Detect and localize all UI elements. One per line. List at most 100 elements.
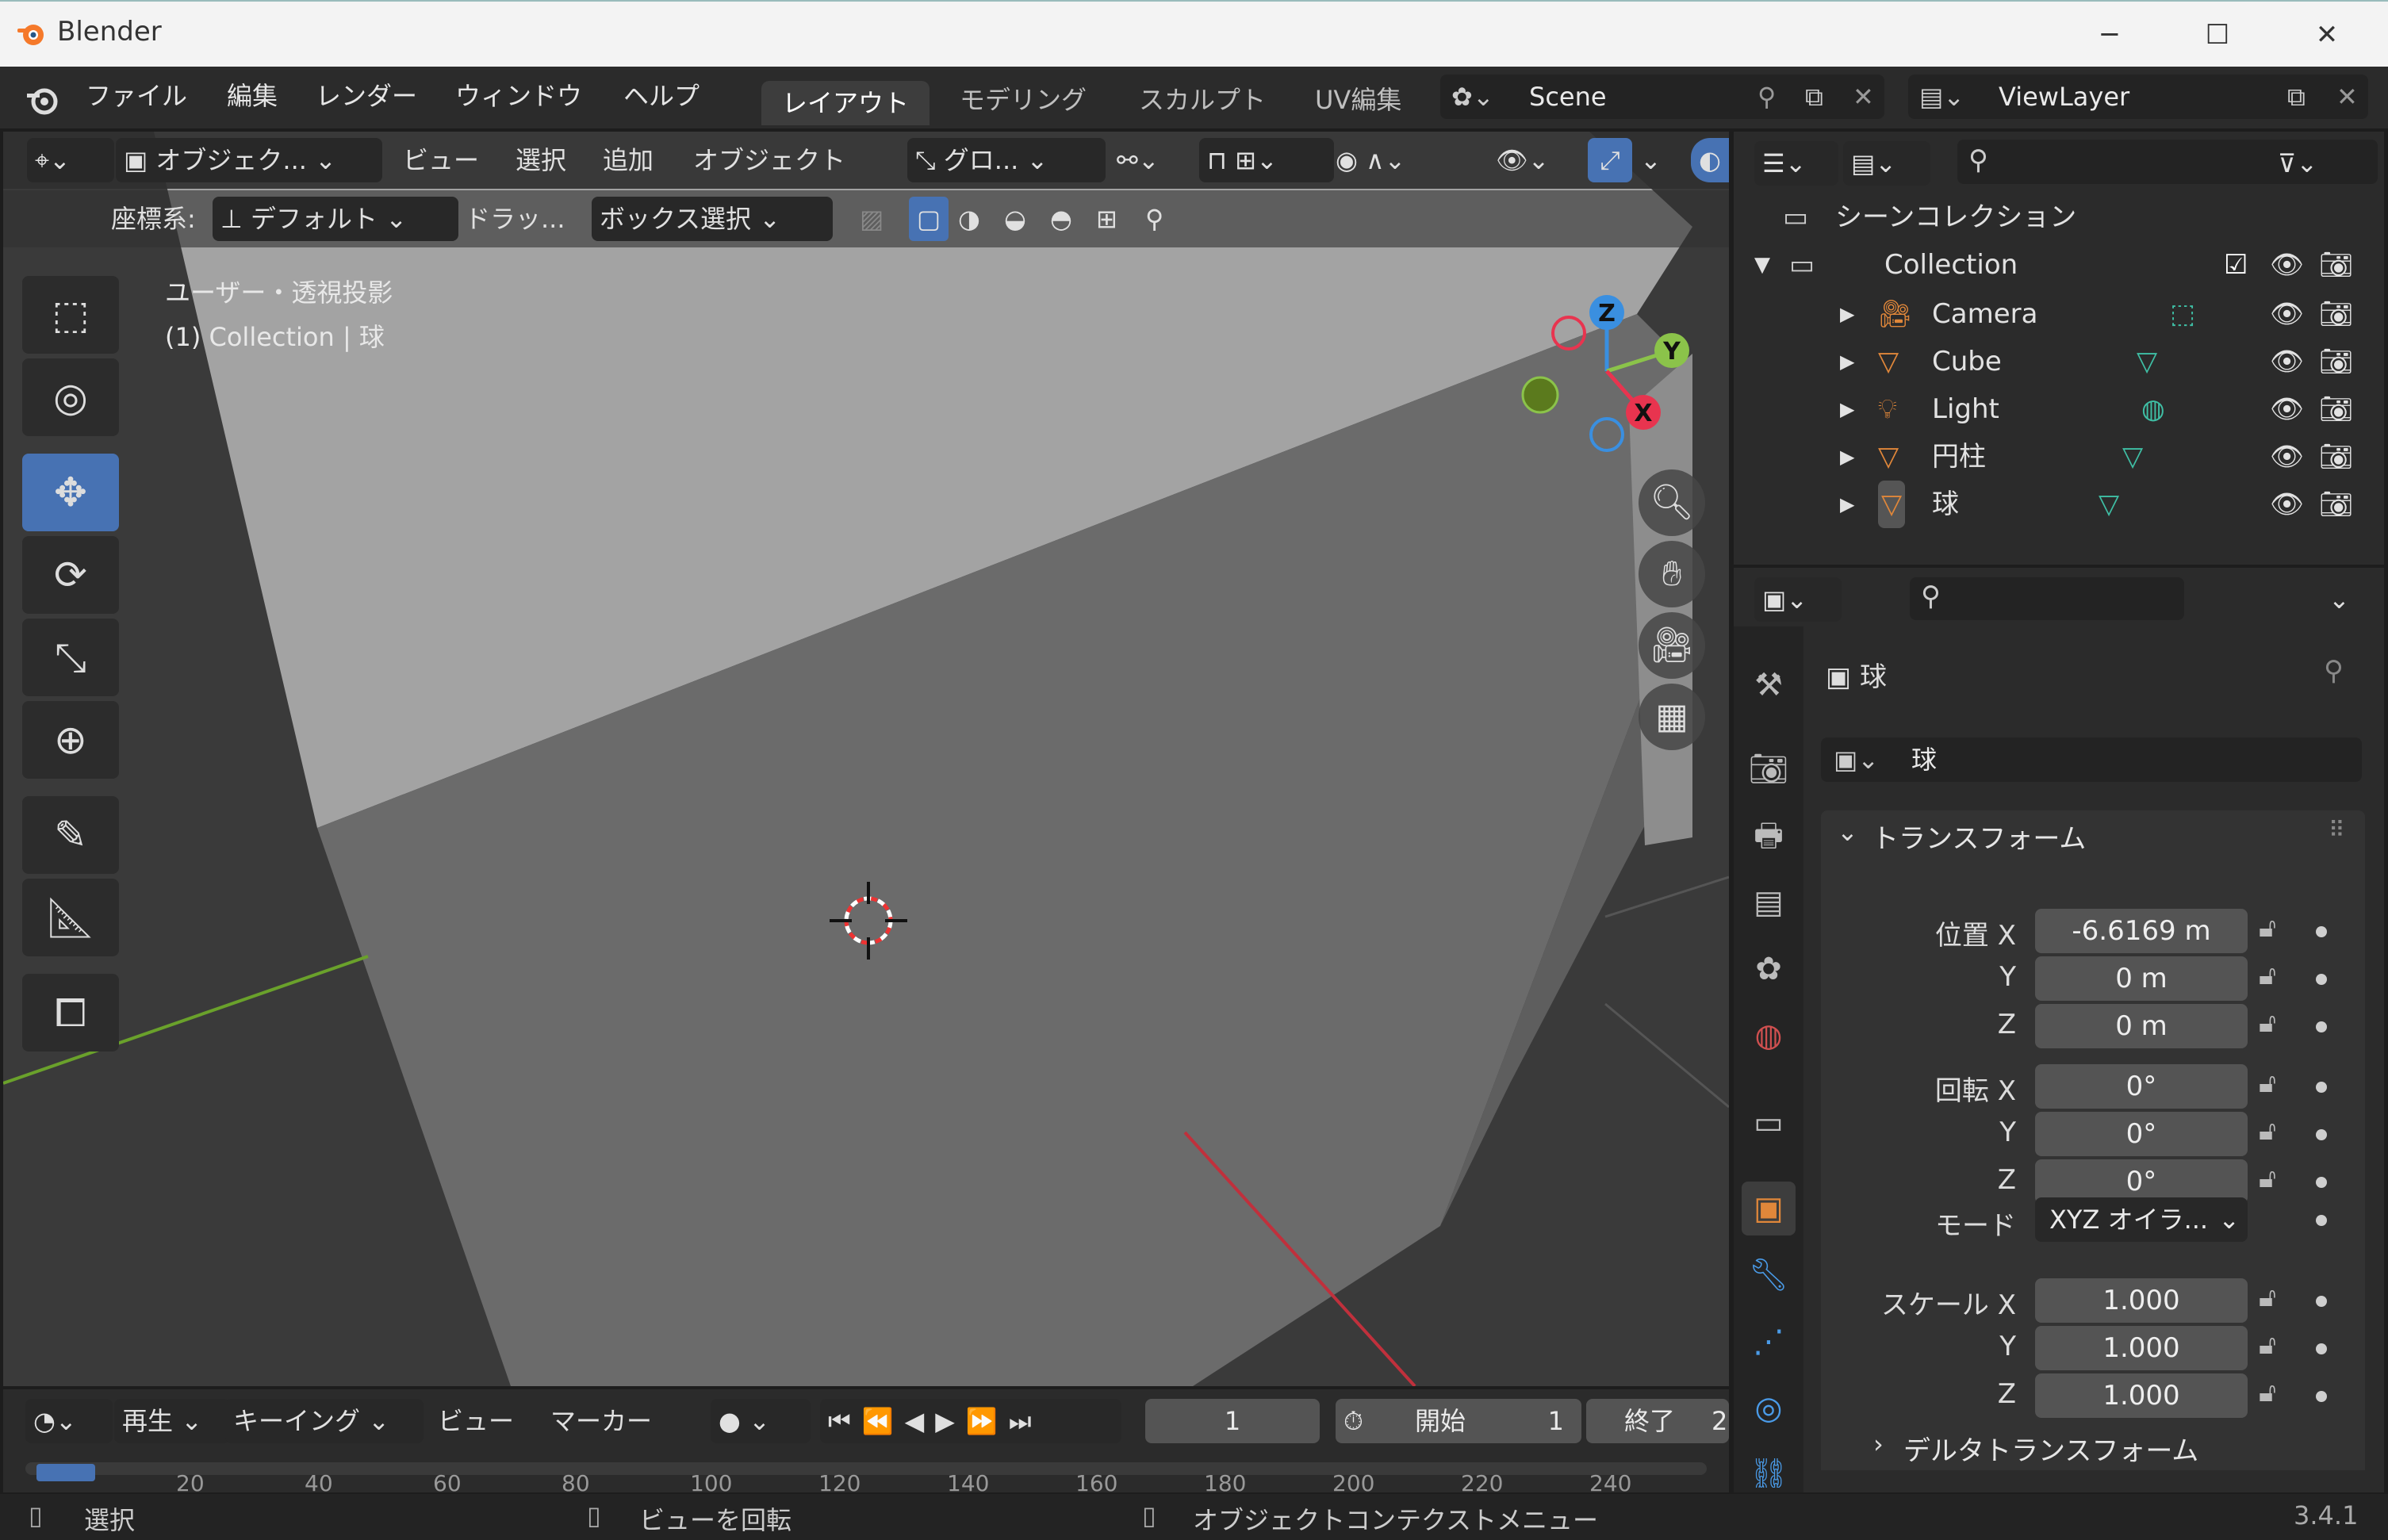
- chevron-right-icon[interactable]: ▶: [1840, 290, 1854, 338]
- unlock-icon[interactable]: 🔓︎: [2259, 1281, 2294, 1316]
- mode-new-icon[interactable]: ▨: [860, 197, 884, 241]
- scale-y-field[interactable]: 1.000: [2035, 1326, 2248, 1370]
- drag-handle-icon[interactable]: ⠿: [2329, 817, 2345, 843]
- 3d-cursor-icon[interactable]: [825, 877, 912, 964]
- rotate-tool-icon[interactable]: ⟳: [22, 536, 119, 614]
- render-camera-icon[interactable]: 📷︎: [2319, 433, 2353, 481]
- end-frame-field[interactable]: 終了 2: [1586, 1399, 1729, 1443]
- scale-x-field[interactable]: 1.000: [2035, 1278, 2248, 1323]
- scale-tool-icon[interactable]: ⤡: [22, 619, 119, 696]
- render-camera-icon[interactable]: 📷︎: [2319, 241, 2353, 289]
- mesh-data-icon[interactable]: ▽: [2137, 338, 2157, 385]
- transform-orientation-dropdown[interactable]: ⤡ グロ... ⌄: [907, 138, 1106, 182]
- keyframe-dot-icon[interactable]: [2316, 926, 2327, 937]
- timeline-view-menu[interactable]: ビュー: [438, 1399, 514, 1443]
- keyframe-dot-icon[interactable]: [2316, 1082, 2327, 1093]
- mode-invert-icon[interactable]: ◓: [1050, 197, 1072, 241]
- render-tab-icon[interactable]: 📷︎: [1742, 742, 1796, 796]
- pin-icon[interactable]: ⚲: [2324, 655, 2344, 687]
- unlock-icon[interactable]: 🔓︎: [2259, 1007, 2294, 1042]
- chevron-right-icon[interactable]: ▶: [1840, 338, 1854, 385]
- unlock-icon[interactable]: 🔓︎: [2259, 1067, 2294, 1102]
- tab-sculpt[interactable]: スカルプト: [1118, 78, 1286, 122]
- pan-hand-icon[interactable]: ✋︎: [1639, 541, 1705, 607]
- filter-icon[interactable]: ⊽⌄: [2278, 141, 2317, 186]
- modifier-tab-icon[interactable]: 🔧︎: [1742, 1248, 1796, 1302]
- search-icon[interactable]: ⚲: [1145, 197, 1163, 241]
- scene-tab-icon[interactable]: ✿: [1742, 942, 1796, 996]
- minimize-button[interactable]: ─: [2062, 11, 2157, 59]
- unlock-icon[interactable]: 🔓︎: [2259, 1329, 2294, 1364]
- eye-icon[interactable]: 👁︎: [2270, 290, 2304, 338]
- outliner-row-object[interactable]: ▶ ▽ Cube ▽ 👁︎ 📷︎: [1734, 338, 2384, 385]
- overlay-toggle-icon[interactable]: ◐: [1691, 138, 1729, 182]
- keyframe-dot-icon[interactable]: [2316, 1296, 2327, 1307]
- eye-icon[interactable]: 👁︎: [2270, 241, 2304, 289]
- eye-icon[interactable]: 👁︎: [2270, 338, 2304, 385]
- world-tab-icon[interactable]: ◍: [1742, 1009, 1796, 1063]
- keyframe-dot-icon[interactable]: [2316, 1391, 2327, 1402]
- physics-tab-icon[interactable]: ◎: [1742, 1381, 1796, 1435]
- menu-add[interactable]: 追加: [603, 138, 654, 182]
- timeline-editor-type-icon[interactable]: ◔⌄: [25, 1399, 113, 1443]
- gizmo-dropdown-icon[interactable]: ⌄: [1640, 138, 1662, 182]
- keyframe-dot-icon[interactable]: [2316, 1343, 2327, 1354]
- mode-extend-icon[interactable]: ◑: [958, 197, 980, 241]
- delta-transform-panel-header[interactable]: › デルタトランスフォーム: [1821, 1421, 2365, 1470]
- eye-icon[interactable]: 👁︎: [2270, 433, 2304, 481]
- visibility-icon[interactable]: 👁︎⌄: [1496, 138, 1549, 182]
- pin-icon[interactable]: ⚲: [1757, 75, 1776, 119]
- unlock-icon[interactable]: 🔓︎: [2259, 912, 2294, 947]
- menu-window[interactable]: ウィンドウ: [455, 76, 582, 116]
- outliner-row-scene-collection[interactable]: ▭ シーンコレクション: [1734, 193, 2384, 241]
- chevron-right-icon[interactable]: ▶: [1840, 433, 1854, 481]
- tab-modeling[interactable]: モデリング: [939, 78, 1107, 122]
- keyframe-dot-icon[interactable]: [2316, 1021, 2327, 1032]
- move-tool-icon[interactable]: ✥: [22, 454, 119, 531]
- menu-edit[interactable]: 編集: [227, 76, 278, 116]
- menu-select[interactable]: 選択: [516, 138, 566, 182]
- gizmo-toggle-icon[interactable]: ⤢: [1588, 138, 1632, 182]
- keyframe-dot-icon[interactable]: [2316, 1177, 2327, 1188]
- editor-type-icon[interactable]: ⌖⌄: [27, 138, 114, 182]
- outliner-row-object[interactable]: ▶ ▽ 球 ▽ 👁︎ 📷︎: [1734, 481, 2384, 528]
- light-data-icon[interactable]: ◍: [2141, 385, 2165, 433]
- object-tab-icon[interactable]: ▣: [1742, 1182, 1796, 1235]
- transform-panel-header[interactable]: ⌄ トランスフォーム ⠿: [1821, 810, 2365, 858]
- scene-selector[interactable]: ✿⌄ Scene ⚲ ⧉ ✕: [1440, 75, 1884, 119]
- pivot-point-icon[interactable]: ⚯⌄: [1117, 138, 1160, 182]
- proportional-edit-icon[interactable]: ◉ ∧⌄: [1336, 138, 1405, 182]
- menu-object[interactable]: オブジェクト: [693, 138, 845, 182]
- cursor-tool-icon[interactable]: ◎: [22, 358, 119, 436]
- location-y-field[interactable]: 0 m: [2035, 956, 2248, 1001]
- output-tab-icon[interactable]: 🖶︎: [1742, 809, 1796, 863]
- render-camera-icon[interactable]: 📷︎: [2319, 290, 2353, 338]
- annotate-tool-icon[interactable]: ✎: [22, 796, 119, 874]
- display-mode-icon[interactable]: ▤⌄: [1843, 141, 1930, 186]
- render-camera-icon[interactable]: 📷︎: [2319, 481, 2353, 528]
- constraints-tab-icon[interactable]: ⛓: [1742, 1448, 1796, 1488]
- delete-viewlayer-icon[interactable]: ✕: [2336, 75, 2358, 119]
- keyframe-dot-icon[interactable]: [2316, 974, 2327, 985]
- playback-dropdown[interactable]: 再生 ⌄: [114, 1399, 230, 1443]
- select-box-tool-icon[interactable]: ⬚: [22, 276, 119, 354]
- mode-dropdown[interactable]: ▣ オブジェク... ⌄: [116, 138, 382, 182]
- properties-search-input[interactable]: ⚲: [1910, 577, 2184, 620]
- measure-tool-icon[interactable]: 📐︎: [22, 879, 119, 956]
- mesh-data-icon[interactable]: ▽: [2099, 481, 2119, 528]
- outliner-row-object[interactable]: ▶ ▽ 円柱 ▽ 👁︎ 📷︎: [1734, 433, 2384, 481]
- snap-icon[interactable]: ⊓ ⊞⌄: [1199, 138, 1334, 182]
- unlock-icon[interactable]: 🔓︎: [2259, 1163, 2294, 1197]
- rotation-x-field[interactable]: 0°: [2035, 1064, 2248, 1109]
- navigation-gizmo[interactable]: Z Y X: [1507, 289, 1697, 463]
- unlock-icon[interactable]: 🔓︎: [2259, 1115, 2294, 1150]
- close-window-button[interactable]: ✕: [2279, 11, 2375, 59]
- coord-system-dropdown[interactable]: ⊥ デフォルト ⌄: [213, 197, 458, 241]
- mode-intersect-icon[interactable]: ⊞: [1096, 197, 1117, 241]
- object-name-field[interactable]: ▣⌄ 球: [1821, 737, 2362, 782]
- tab-layout[interactable]: レイアウト: [761, 81, 930, 125]
- view-layer-tab-icon[interactable]: ▤: [1742, 875, 1796, 929]
- rotation-mode-dropdown[interactable]: XYZ オイラ... ⌄: [2035, 1197, 2248, 1242]
- outliner-row-object[interactable]: ▶ 💡︎ Light ◍ 👁︎ 📷︎: [1734, 385, 2384, 433]
- blender-menu-icon[interactable]: [22, 79, 63, 121]
